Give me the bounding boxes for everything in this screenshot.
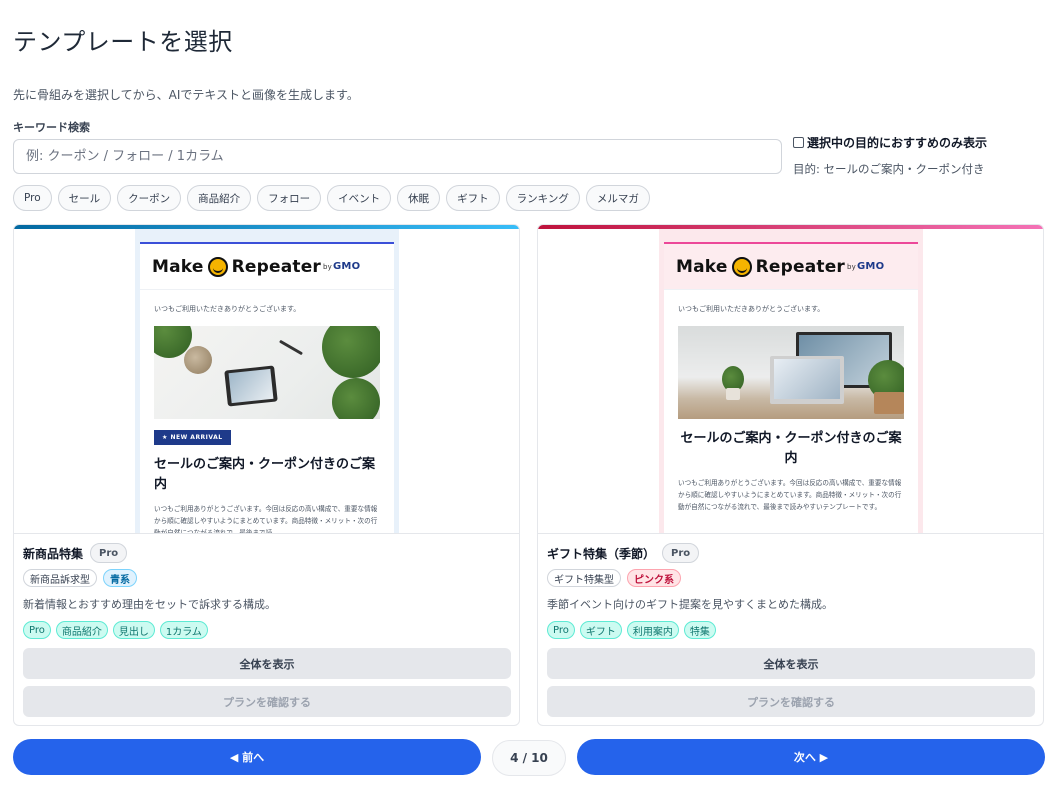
color-scheme-tag: 青系 [103, 569, 137, 587]
page-indicator: 4 / 10 [492, 740, 566, 776]
feature-tag: 商品紹介 [55, 621, 108, 639]
template-name: 新商品特集 [23, 546, 84, 561]
plant-image [184, 346, 212, 374]
color-scheme-tag: ピンク系 [627, 569, 681, 587]
logo-repeater-text: Repeater [231, 256, 322, 277]
filter-chip-list: Pro セール クーポン 商品紹介 フォロー イベント 休眠 ギフト ランキング… [13, 185, 650, 211]
filter-chip[interactable]: セール [57, 185, 112, 211]
template-type-tag: 新商品訴求型 [23, 569, 97, 587]
laptop-screen-image [774, 359, 840, 399]
logo-by-text: by [847, 262, 857, 271]
next-page-button[interactable]: 次へ ▶ [577, 739, 1045, 775]
feature-tag: 利用案内 [626, 621, 679, 639]
selected-purpose: 目的: セールのご案内・クーポン付き [793, 162, 985, 176]
mail-headline: セールのご案内・クーポン付きのご案内 [680, 431, 902, 466]
view-full-button[interactable]: 全体を表示 [547, 648, 1035, 679]
filter-chip[interactable]: Pro [13, 185, 52, 211]
mail-body-text: いつもご利用ありがとうございます。今回は反応の高い構成で、重要な情報から順に確認… [154, 505, 378, 534]
mail-preview-frame: Make Repeater by GMO いつもご利用いただきありがとうございま… [135, 229, 399, 534]
plant-image [332, 378, 380, 419]
card-info: 新商品特集 Pro 新商品訴求型 青系 新着情報とおすすめ理由をセットで訴求する… [14, 534, 519, 717]
feature-tag-list: Pro 商品紹介 見出し 1カラム [23, 621, 510, 639]
filter-chip[interactable]: イベント [327, 185, 392, 211]
keyword-search-input[interactable] [13, 139, 782, 174]
make-repeater-logo: Make Repeater by GMO [152, 256, 361, 277]
mail-preview-frame: Make Repeater by GMO いつもご利用いただきありがとうございま… [659, 229, 923, 533]
template-type-tag: ギフト特集型 [547, 569, 621, 587]
type-tag-row: ギフト特集型 ピンク系 [547, 569, 1034, 587]
filter-chip[interactable]: クーポン [117, 185, 182, 211]
recommend-filter: 選択中の目的におすすめのみ表示 目的: セールのご案内・クーポン付き [793, 134, 1051, 177]
logo-make-text: Make [676, 256, 728, 277]
tablet-screen-image [228, 368, 274, 404]
mail-preview: Make Repeater by GMO いつもご利用いただきありがとうございま… [140, 242, 394, 534]
feature-tag: 1カラム [159, 621, 208, 639]
mail-hero-image [154, 326, 380, 419]
template-card[interactable]: Make Repeater by GMO いつもご利用いただきありがとうございま… [537, 224, 1044, 726]
logo-face-icon [207, 256, 228, 277]
mail-greeting: いつもご利用いただきありがとうございます。 [678, 305, 825, 313]
logo-face-icon [731, 256, 752, 277]
template-preview[interactable]: Make Repeater by GMO いつもご利用いただきありがとうございま… [14, 229, 519, 534]
mail-headline: セールのご案内・クーポン付きのご案内 [154, 457, 376, 492]
recommend-checkbox-label[interactable]: 選択中の目的におすすめのみ表示 [807, 134, 987, 151]
check-plan-button[interactable]: プランを確認する [547, 686, 1035, 717]
mail-header: Make Repeater by GMO [140, 244, 394, 290]
pot-image [726, 388, 740, 400]
template-preview[interactable]: Make Repeater by GMO いつもご利用いただきありがとうございま… [538, 229, 1043, 534]
prev-page-button[interactable]: ◀ 前へ [13, 739, 481, 775]
filter-chip[interactable]: 商品紹介 [187, 185, 252, 211]
recommend-checkbox-row[interactable]: 選択中の目的におすすめのみ表示 [793, 134, 1051, 151]
filter-chip[interactable]: フォロー [257, 185, 322, 211]
make-repeater-logo: Make Repeater by GMO [676, 256, 885, 277]
filter-chip[interactable]: ギフト [446, 185, 500, 211]
glasses-image [278, 339, 304, 356]
template-description: 新着情報とおすすめ理由をセットで訴求する構成。 [23, 598, 276, 611]
filter-chip[interactable]: 休眠 [397, 185, 441, 211]
mail-preview: Make Repeater by GMO いつもご利用いただきありがとうございま… [664, 242, 918, 533]
feature-tag: Pro [547, 621, 575, 639]
logo-make-text: Make [152, 256, 204, 277]
logo-gmo-text: GMO [333, 261, 361, 272]
mail-header: Make Repeater by GMO [664, 244, 918, 290]
feature-tag-list: Pro ギフト 利用案内 特集 [547, 621, 1034, 639]
keyword-search-label: キーワード検索 [13, 121, 90, 134]
feature-tag: 特集 [683, 621, 716, 639]
filter-chip[interactable]: ランキング [505, 185, 580, 211]
feature-tag: Pro [23, 621, 51, 639]
new-arrival-badge: ★ NEW ARRIVAL [154, 430, 231, 445]
view-full-button[interactable]: 全体を表示 [23, 648, 511, 679]
check-plan-button[interactable]: プランを確認する [23, 686, 511, 717]
type-tag-row: 新商品訴求型 青系 [23, 569, 510, 587]
logo-by-text: by [323, 262, 333, 271]
filter-chip[interactable]: メルマガ [585, 185, 650, 211]
plant-image [322, 326, 380, 378]
pro-badge: Pro [90, 543, 128, 563]
card-name-row: 新商品特集 Pro [23, 542, 510, 564]
logo-gmo-text: GMO [857, 261, 885, 272]
pro-badge: Pro [662, 543, 700, 563]
pot-image [874, 392, 904, 414]
page-title: テンプレートを選択 [13, 28, 233, 56]
template-description: 季節イベント向けのギフト提案を見やすくまとめた構成。 [547, 598, 833, 611]
logo-repeater-text: Repeater [755, 256, 846, 277]
mail-body-text: いつもご利用ありがとうございます。今回は反応の高い構成で、重要な情報から順に確認… [678, 479, 902, 511]
card-name-row: ギフト特集（季節） Pro [547, 542, 1034, 564]
feature-tag: ギフト [579, 621, 622, 639]
mail-hero-image [678, 326, 904, 419]
page-description: 先に骨組みを選択してから、AIでテキストと画像を生成します。 [13, 88, 359, 102]
mail-greeting: いつもご利用いただきありがとうございます。 [154, 305, 301, 313]
feature-tag: 見出し [112, 621, 155, 639]
template-name: ギフト特集（季節） [547, 546, 656, 561]
template-card[interactable]: Make Repeater by GMO いつもご利用いただきありがとうございま… [13, 224, 520, 726]
recommend-checkbox[interactable] [793, 137, 804, 148]
card-info: ギフト特集（季節） Pro ギフト特集型 ピンク系 季節イベント向けのギフト提案… [538, 534, 1043, 717]
